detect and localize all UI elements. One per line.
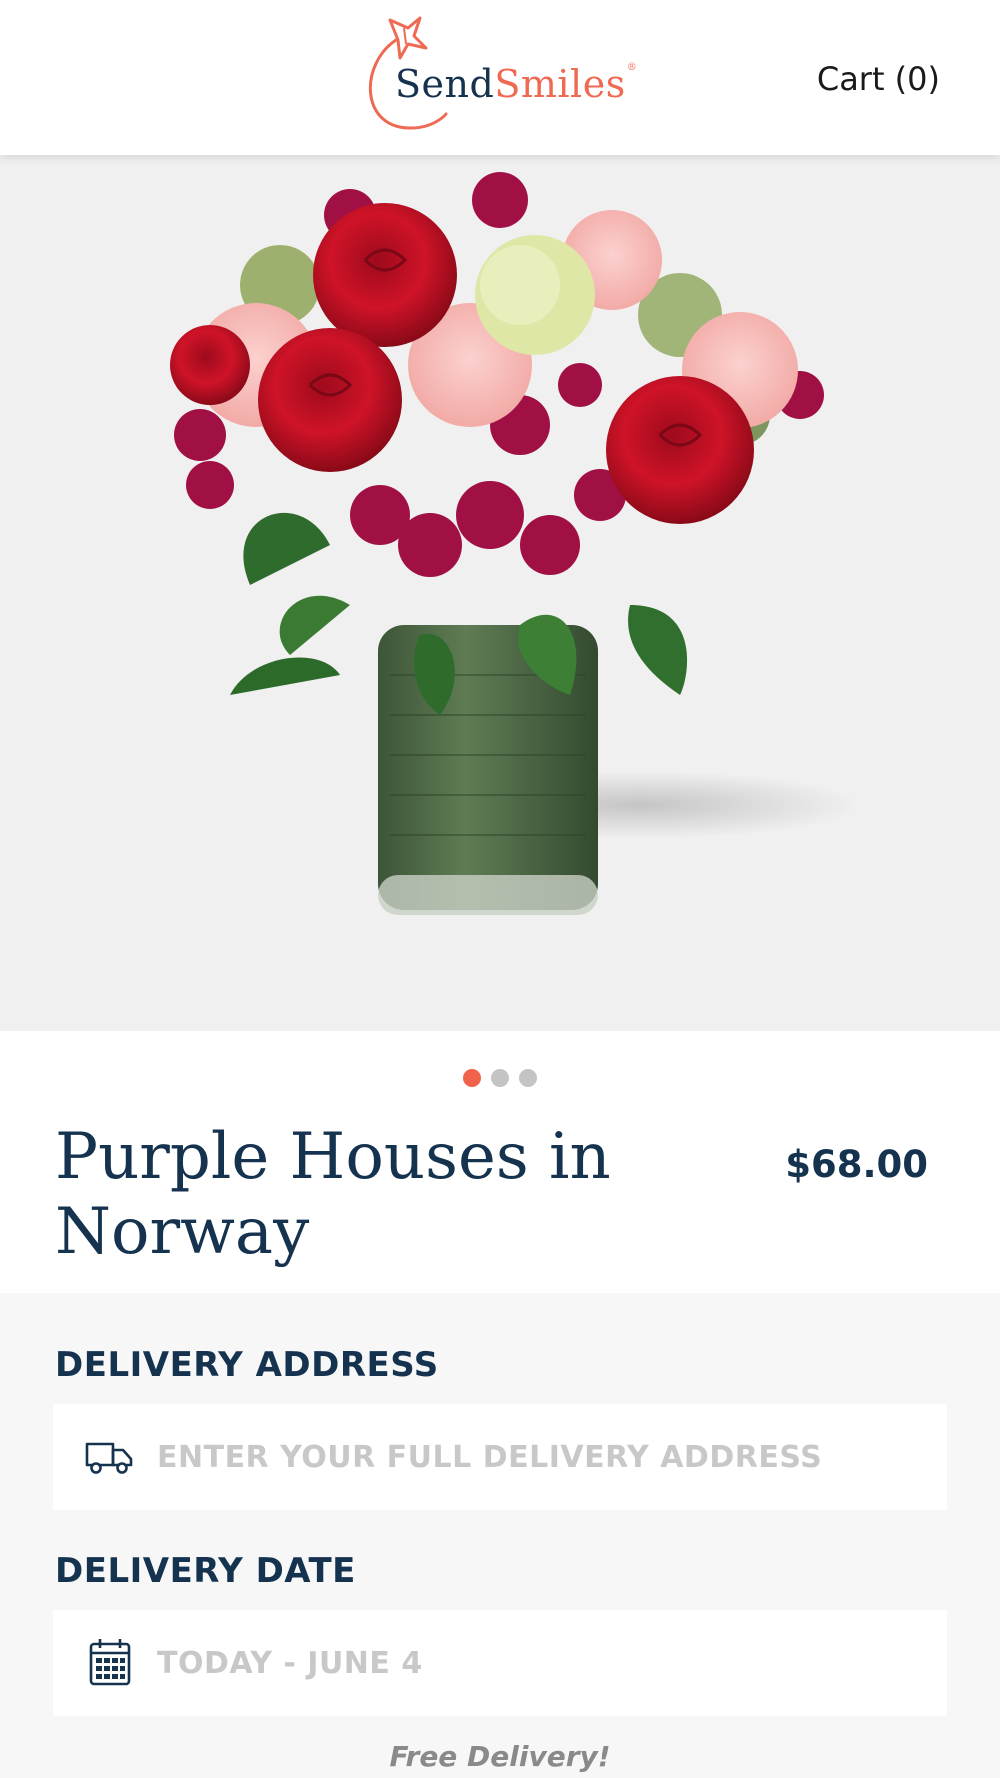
top-header: SendSmiles® Cart (0) bbox=[0, 0, 1000, 155]
delivery-address-field[interactable] bbox=[53, 1404, 947, 1510]
product-price: $68.00 bbox=[785, 1143, 928, 1186]
logo-registered-mark: ® bbox=[626, 62, 638, 73]
calendar-icon bbox=[89, 1638, 131, 1691]
carousel-dot[interactable] bbox=[463, 1069, 481, 1087]
delivery-address-input[interactable] bbox=[157, 1404, 917, 1510]
carousel-dot[interactable] bbox=[519, 1069, 537, 1087]
delivery-address-label: DELIVERY ADDRESS bbox=[55, 1345, 439, 1385]
delivery-date-field[interactable] bbox=[53, 1610, 947, 1716]
carousel-dot[interactable] bbox=[491, 1069, 509, 1087]
product-title: Purple Houses in Norway bbox=[55, 1120, 611, 1269]
logo-send-text: Send bbox=[395, 62, 495, 106]
delivery-date-input[interactable] bbox=[157, 1610, 917, 1716]
sendsmiles-logo[interactable]: SendSmiles® bbox=[360, 14, 640, 142]
cart-link[interactable]: Cart (0) bbox=[817, 60, 940, 98]
flower-bouquet-image bbox=[170, 172, 860, 915]
truck-icon bbox=[85, 1438, 135, 1481]
logo-smiles-text: Smiles bbox=[494, 62, 626, 106]
delivery-date-label: DELIVERY DATE bbox=[55, 1551, 356, 1591]
carousel-indicators bbox=[0, 1069, 1000, 1089]
logo-wordmark: SendSmiles® bbox=[395, 62, 637, 106]
product-image[interactable] bbox=[0, 155, 1000, 1031]
free-delivery-note: Free Delivery! bbox=[389, 1740, 611, 1773]
